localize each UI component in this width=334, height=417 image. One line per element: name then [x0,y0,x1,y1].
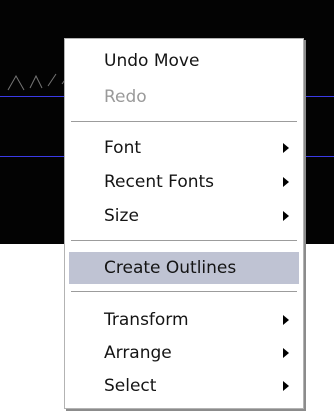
menu-item-undo-move[interactable]: Undo Move [69,45,299,77]
menu-item-arrange[interactable]: Arrange [69,337,299,369]
submenu-arrow-icon [283,177,289,187]
menu-item-label: Redo [104,87,147,107]
submenu-arrow-icon [283,381,289,391]
menu-item-transform[interactable]: Transform [69,304,299,336]
menu-item-label: Size [104,206,139,226]
menu-item-size[interactable]: Size [69,200,299,232]
canvas[interactable]: Undo Move Redo Font Recent Fonts Size Cr… [0,0,334,417]
menu-item-redo: Redo [69,81,299,113]
menu-item-label: Select [104,376,157,396]
context-menu: Undo Move Redo Font Recent Fonts Size Cr… [64,38,304,409]
submenu-arrow-icon [283,211,289,221]
menu-item-recent-fonts[interactable]: Recent Fonts [69,166,299,198]
menu-separator [71,291,297,293]
submenu-arrow-icon [283,315,289,325]
submenu-arrow-icon [283,348,289,358]
menu-item-label: Font [104,138,142,158]
menu-separator [71,121,297,123]
menu-item-label: Create Outlines [104,258,237,278]
menu-item-label: Transform [104,310,189,330]
menu-item-label: Arrange [104,343,172,363]
menu-item-label: Undo Move [104,51,200,71]
menu-item-label: Recent Fonts [104,172,215,192]
menu-item-font[interactable]: Font [69,132,299,164]
menu-item-select[interactable]: Select [69,370,299,402]
menu-item-create-outlines[interactable]: Create Outlines [69,252,299,284]
menu-separator [71,240,297,242]
submenu-arrow-icon [283,143,289,153]
